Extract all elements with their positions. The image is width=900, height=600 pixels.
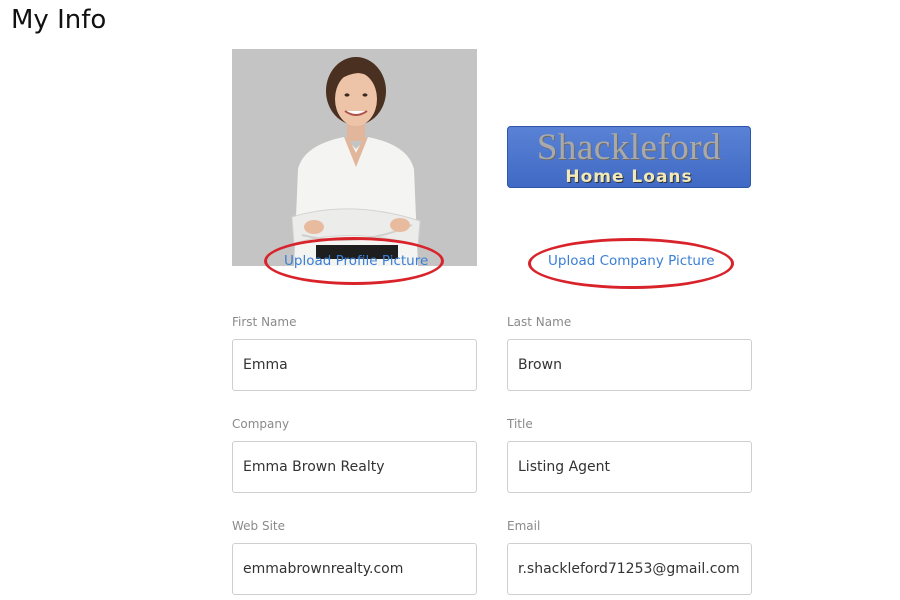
email-field[interactable]	[507, 543, 752, 595]
title-label: Title	[507, 417, 533, 431]
company-field[interactable]	[232, 441, 477, 493]
website-label: Web Site	[232, 519, 286, 533]
last-name-field[interactable]	[507, 339, 752, 391]
website-field[interactable]	[232, 543, 477, 595]
my-info-page: My Info Shackleford Home Loans Upload Pr…	[0, 0, 900, 600]
company-logo-tagline: Home Loans	[565, 167, 693, 187]
company-logo: Shackleford Home Loans	[507, 126, 751, 188]
title-field[interactable]	[507, 441, 752, 493]
first-name-label: First Name	[232, 315, 297, 329]
upload-company-picture-link[interactable]: Upload Company Picture	[548, 252, 715, 270]
email-label: Email	[507, 519, 541, 533]
last-name-label: Last Name	[507, 315, 572, 329]
first-name-field[interactable]	[232, 339, 477, 391]
profile-picture	[232, 49, 477, 266]
profile-person-illustration	[232, 49, 477, 266]
company-label: Company	[232, 417, 290, 431]
page-title: My Info	[11, 5, 107, 35]
upload-profile-picture-link[interactable]: Upload Profile Picture	[284, 252, 428, 270]
company-logo-name: Shackleford	[536, 127, 722, 168]
